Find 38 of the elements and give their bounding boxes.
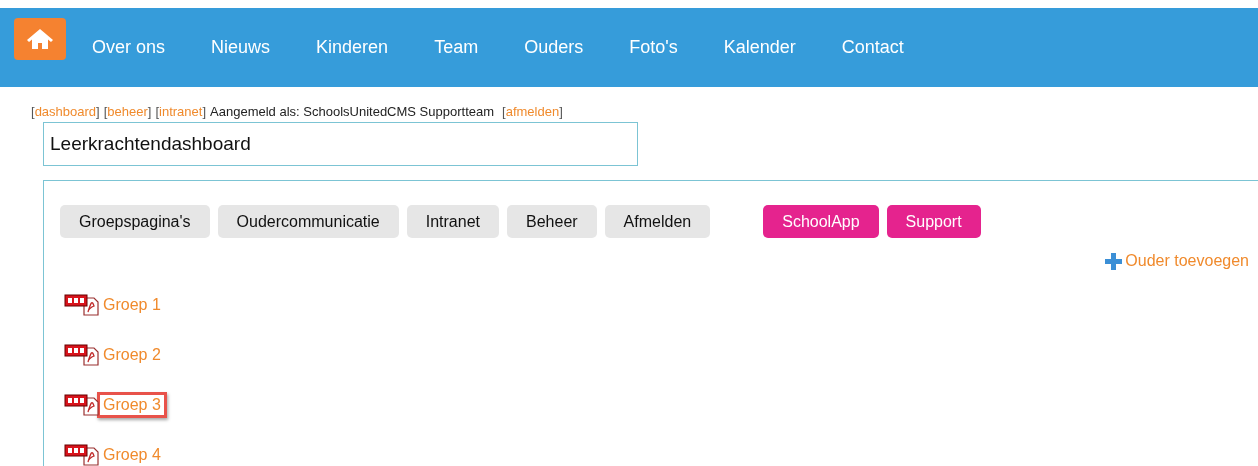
pdf-icon bbox=[64, 394, 100, 416]
bracket: [ bbox=[502, 104, 506, 119]
nav-link[interactable]: Foto's bbox=[629, 37, 678, 58]
group-link[interactable]: Groep 2 bbox=[97, 342, 167, 368]
nav-link[interactable]: Ouders bbox=[524, 37, 584, 58]
group-link[interactable]: Groep 4 bbox=[97, 442, 167, 466]
link[interactable]: beheer bbox=[107, 104, 148, 119]
nav-link[interactable]: Over ons bbox=[92, 37, 166, 58]
nav-link[interactable]: Kalender bbox=[723, 37, 796, 58]
nav-button[interactable]: SchoolApp bbox=[763, 205, 879, 238]
bracket: [ bbox=[31, 104, 35, 119]
nav-button[interactable]: Beheer bbox=[507, 205, 597, 238]
add-parent-link[interactable]: Ouder toevoegen bbox=[1105, 252, 1249, 270]
nav-link[interactable]: Nieuws bbox=[211, 37, 271, 58]
bracket: [ bbox=[103, 104, 108, 119]
bracket: ] bbox=[202, 104, 207, 119]
nav-button[interactable]: Afmelden bbox=[604, 205, 711, 238]
nav-button[interactable]: Groepspagina's bbox=[60, 205, 210, 238]
nav-link[interactable]: Kinderen bbox=[316, 37, 389, 58]
login-status: Aangemeld als: SchoolsUnitedCMS Supportteam bbox=[210, 104, 495, 119]
bracket: ] bbox=[147, 104, 152, 119]
pdf-icon bbox=[64, 294, 100, 316]
group-link[interactable]: Groep 3 bbox=[97, 392, 167, 418]
home-button[interactable] bbox=[14, 18, 66, 60]
nav-button[interactable]: Support bbox=[886, 205, 981, 238]
bracket: ] bbox=[96, 104, 100, 119]
nav-link[interactable]: Contact bbox=[841, 37, 904, 58]
link[interactable]: intranet bbox=[159, 104, 203, 119]
nav-button[interactable]: Oudercommunicatie bbox=[217, 205, 399, 238]
nav-link[interactable]: Team bbox=[434, 37, 479, 58]
group-link[interactable]: Groep 1 bbox=[97, 292, 167, 318]
nav-button[interactable]: Intranet bbox=[406, 205, 499, 238]
bracket: [ bbox=[155, 104, 160, 119]
home-icon bbox=[26, 27, 54, 51]
plus-icon bbox=[1105, 252, 1123, 270]
pdf-icon bbox=[64, 344, 100, 366]
bracket: ] bbox=[559, 104, 563, 119]
title-field[interactable]: Leerkrachtendashboard bbox=[43, 122, 638, 166]
